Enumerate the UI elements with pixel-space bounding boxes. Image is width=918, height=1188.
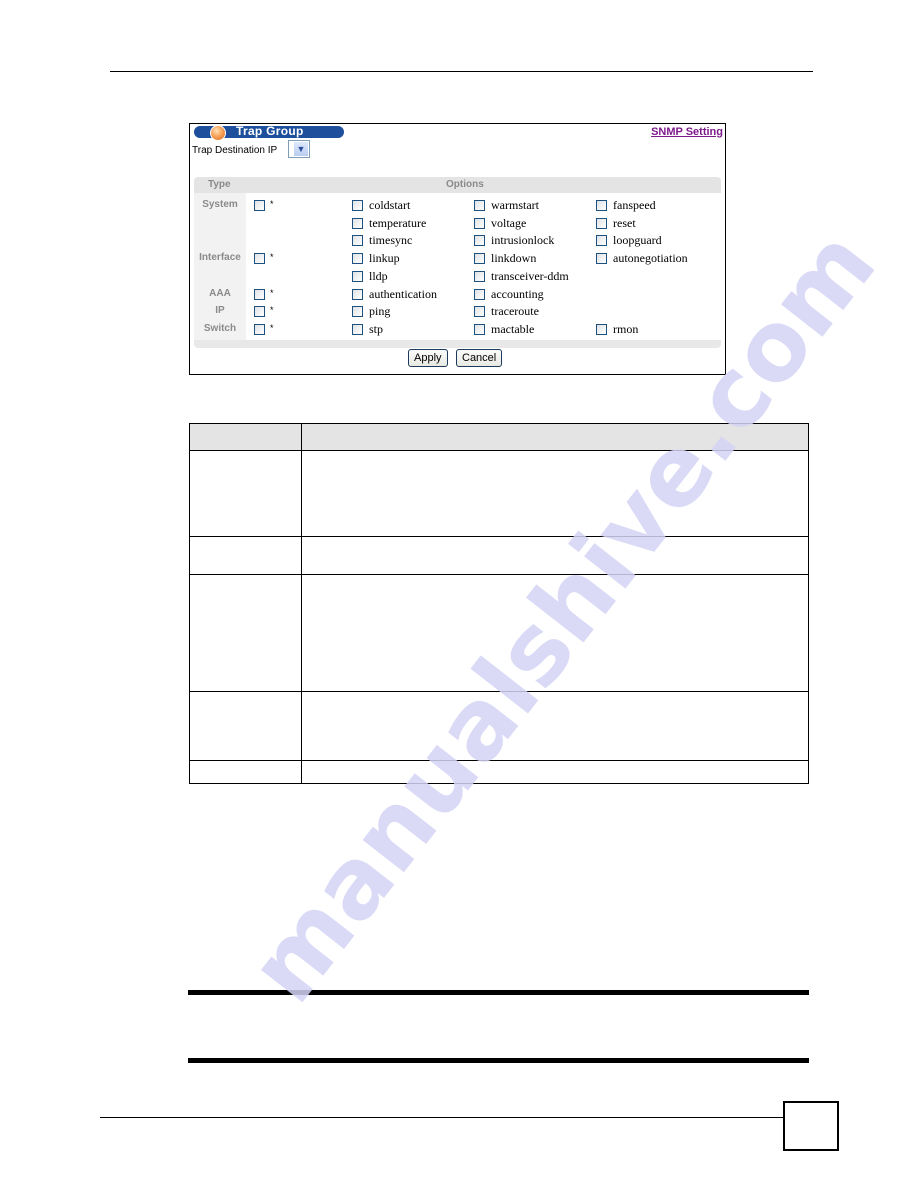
rmon-checkbox[interactable] xyxy=(596,324,607,335)
select-all-marker: * xyxy=(270,305,274,315)
option-label: accounting xyxy=(491,287,544,301)
warmstart-checkbox[interactable] xyxy=(474,200,485,211)
option-label: loopguard xyxy=(613,233,662,247)
intrusionlock-checkbox[interactable] xyxy=(474,235,485,246)
option-label: reset xyxy=(613,216,636,230)
stp-checkbox[interactable] xyxy=(352,324,363,335)
type-ip: IP xyxy=(215,305,225,316)
option-label: fanspeed xyxy=(613,198,656,212)
temperature-checkbox[interactable] xyxy=(352,218,363,229)
options-footer xyxy=(194,340,721,348)
authentication-checkbox[interactable] xyxy=(352,289,363,300)
aaa-all-checkbox[interactable] xyxy=(254,289,265,300)
option-label: intrusionlock xyxy=(491,233,555,247)
lldp-checkbox[interactable] xyxy=(352,271,363,282)
table-row xyxy=(189,691,809,761)
option-label: traceroute xyxy=(491,304,539,318)
cancel-button[interactable]: Cancel xyxy=(456,349,503,367)
note-top-rule xyxy=(188,990,809,995)
select-all-marker: * xyxy=(270,252,274,262)
option-label: autonegotiation xyxy=(613,251,688,265)
option-label: voltage xyxy=(491,216,527,230)
footer-rule xyxy=(100,1117,783,1118)
table-header-cell xyxy=(189,423,302,451)
description-table xyxy=(189,423,809,784)
table-row xyxy=(189,450,809,537)
select-all-marker: * xyxy=(270,323,274,333)
table-row xyxy=(189,536,809,575)
note-bottom-rule xyxy=(188,1058,809,1063)
title-bar: Trap Group xyxy=(194,124,344,141)
select-all-marker: * xyxy=(270,288,274,298)
option-label: ping xyxy=(369,304,391,318)
options-table: Type Options System * coldstart warmstar… xyxy=(194,177,721,348)
mactable-checkbox[interactable] xyxy=(474,324,485,335)
autonegotiation-checkbox[interactable] xyxy=(596,253,607,264)
type-system: System xyxy=(202,199,238,210)
option-label: temperature xyxy=(369,216,427,230)
coldstart-checkbox[interactable] xyxy=(352,200,363,211)
header-rule xyxy=(110,71,813,72)
chevron-down-icon: ▼ xyxy=(294,142,308,156)
header-options: Options xyxy=(446,179,484,190)
table-header-row xyxy=(189,423,809,451)
traceroute-checkbox[interactable] xyxy=(474,306,485,317)
select-all-marker: * xyxy=(270,199,274,209)
loopguard-checkbox[interactable] xyxy=(596,235,607,246)
ip-all-checkbox[interactable] xyxy=(254,306,265,317)
apply-button[interactable]: Apply xyxy=(408,349,448,367)
option-label: coldstart xyxy=(369,198,411,212)
system-all-checkbox[interactable] xyxy=(254,200,265,211)
linkup-checkbox[interactable] xyxy=(352,253,363,264)
option-label: timesync xyxy=(369,233,413,247)
page-number-box xyxy=(783,1101,839,1151)
panel-title: Trap Group xyxy=(236,124,304,138)
interface-all-checkbox[interactable] xyxy=(254,253,265,264)
option-label: linkup xyxy=(369,251,400,265)
table-header-cell xyxy=(301,423,809,451)
voltage-checkbox[interactable] xyxy=(474,218,485,229)
option-label: transceiver-ddm xyxy=(491,269,569,283)
option-label: lldp xyxy=(369,269,388,283)
trap-destination-select[interactable]: ▼ xyxy=(288,140,310,158)
header-type: Type xyxy=(208,179,231,190)
accounting-checkbox[interactable] xyxy=(474,289,485,300)
snmp-setting-link[interactable]: SNMP Setting xyxy=(651,126,723,138)
type-aaa: AAA xyxy=(209,288,231,299)
option-label: warmstart xyxy=(491,198,539,212)
type-interface: Interface xyxy=(199,252,241,263)
orb-icon xyxy=(210,125,226,141)
options-header: Type Options xyxy=(194,177,721,193)
trap-destination-label: Trap Destination IP xyxy=(192,145,278,156)
option-label: authentication xyxy=(369,287,437,301)
transceiver-ddm-checkbox[interactable] xyxy=(474,271,485,282)
table-row xyxy=(189,760,809,784)
type-column xyxy=(194,193,246,340)
table-row xyxy=(189,574,809,692)
timesync-checkbox[interactable] xyxy=(352,235,363,246)
option-label: linkdown xyxy=(491,251,537,265)
ping-checkbox[interactable] xyxy=(352,306,363,317)
fanspeed-checkbox[interactable] xyxy=(596,200,607,211)
linkdown-checkbox[interactable] xyxy=(474,253,485,264)
option-label: rmon xyxy=(613,322,639,336)
type-switch: Switch xyxy=(203,323,237,334)
option-label: stp xyxy=(369,322,384,336)
reset-checkbox[interactable] xyxy=(596,218,607,229)
switch-all-checkbox[interactable] xyxy=(254,324,265,335)
option-label: mactable xyxy=(491,322,535,336)
trap-group-screenshot: Trap Group SNMP Setting Trap Destination… xyxy=(189,123,726,375)
